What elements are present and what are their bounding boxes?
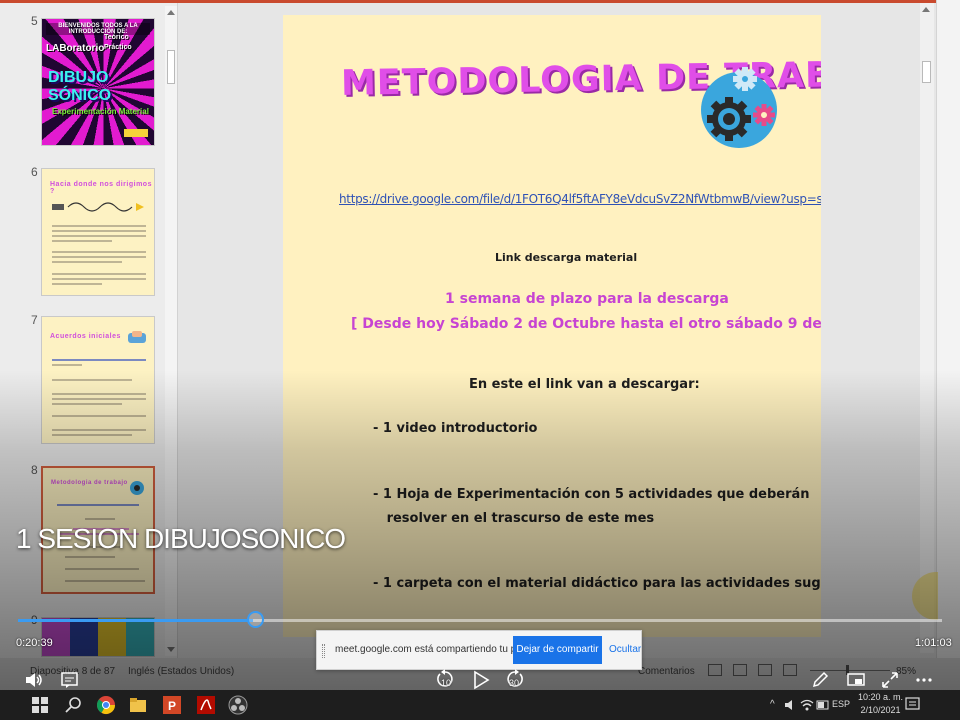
slide-thumbnail-7[interactable]: Acuerdos iniciales bbox=[41, 316, 155, 444]
notification-icon[interactable] bbox=[904, 696, 922, 714]
thumbnail-title: Metodologia de trabajo bbox=[51, 480, 128, 486]
video-title: 1 SESION DIBUJOSONICO bbox=[16, 523, 346, 554]
thumbnail-text: Experimentación Material bbox=[52, 107, 149, 116]
scrollbar-thumb[interactable] bbox=[922, 61, 931, 83]
dates-text: [ Desde hoy Sábado 2 de Octubre hasta el… bbox=[351, 316, 821, 332]
forward-30-button[interactable]: 30 bbox=[504, 668, 526, 690]
captions-icon[interactable] bbox=[60, 670, 80, 690]
volume-icon[interactable] bbox=[24, 670, 44, 690]
clock-date: 2/10/2021 bbox=[860, 705, 901, 715]
thumbnail-title: Hacia donde nos dirigimos ? bbox=[50, 181, 152, 195]
slide-sorter-icon[interactable] bbox=[733, 664, 747, 676]
thumbnail-scrollbar[interactable] bbox=[165, 6, 177, 656]
thumbnail-text: DIBUJO SÓNICO bbox=[48, 69, 112, 104]
comments-button[interactable]: Comentarios bbox=[638, 666, 695, 677]
search-icon[interactable] bbox=[64, 695, 84, 715]
link-label: Link descarga material bbox=[495, 251, 638, 264]
bullet-worksheet: - 1 Hoja de Experimentación con 5 activi… bbox=[373, 487, 810, 526]
tray-clock[interactable]: 10:20 a. m. 2/10/2021 bbox=[858, 691, 903, 717]
thumbnail-tag bbox=[124, 129, 148, 137]
bullet-folder: - 1 carpeta con el material didáctico pa… bbox=[373, 576, 821, 591]
thumbnail-number: 7 bbox=[31, 313, 38, 327]
tray-chevron-icon[interactable]: ^ bbox=[770, 699, 775, 710]
forward-label: 30 bbox=[509, 678, 520, 688]
powerpoint-window: 5 BIENVENIDOS TODOS A LA INTRODUCCIÓN DE… bbox=[0, 0, 960, 690]
acrobat-icon[interactable] bbox=[196, 695, 216, 715]
rewind-label: 10 bbox=[441, 678, 452, 688]
slide-canvas[interactable]: METODOLOGIA DE TRABAJO https://drive.goo… bbox=[283, 15, 821, 637]
deadline-text: 1 semana de plazo para la descarga bbox=[445, 291, 729, 307]
gear-icon bbox=[130, 481, 144, 495]
scroll-up-icon[interactable] bbox=[922, 7, 930, 12]
thumbnail-number: 6 bbox=[31, 165, 38, 179]
drag-handle-icon[interactable] bbox=[322, 644, 325, 658]
chrome-icon[interactable] bbox=[96, 695, 116, 715]
slide-thumbnail-5[interactable]: BIENVENIDOS TODOS A LA INTRODUCCIÓN DE: … bbox=[41, 18, 155, 146]
current-time: 0:20:39 bbox=[16, 637, 53, 649]
gears-icon bbox=[701, 67, 777, 148]
input-language[interactable]: ESP bbox=[832, 699, 850, 709]
thumbnail-text: BIENVENIDOS TODOS A LA INTRODUCCIÓN DE: bbox=[46, 23, 150, 35]
download-intro-text: En este el link van a descargar: bbox=[469, 377, 700, 392]
battery-icon[interactable] bbox=[816, 698, 830, 712]
handshake-icon bbox=[128, 331, 146, 343]
thumbnail-text: Teórico Práctico bbox=[104, 34, 132, 51]
right-pane bbox=[936, 0, 960, 690]
more-options-icon[interactable] bbox=[914, 672, 934, 688]
seek-handle[interactable] bbox=[247, 611, 264, 628]
cast-icon[interactable] bbox=[846, 670, 866, 690]
slide-thumbnail-9[interactable] bbox=[41, 617, 155, 657]
thumbnail-wave-graphic bbox=[52, 202, 144, 212]
speaker-icon[interactable] bbox=[784, 698, 798, 712]
fullscreen-icon[interactable] bbox=[880, 670, 900, 690]
reading-view-icon[interactable] bbox=[758, 664, 772, 676]
edge-widget[interactable] bbox=[912, 572, 938, 620]
thumbnail-title: Acuerdos iniciales bbox=[50, 333, 121, 340]
svg-text:P: P bbox=[168, 699, 176, 713]
obs-icon[interactable] bbox=[228, 695, 248, 715]
scroll-down-icon[interactable] bbox=[167, 647, 175, 652]
stop-sharing-button[interactable]: Dejar de compartir bbox=[513, 636, 602, 664]
windows-icon[interactable] bbox=[30, 695, 50, 715]
windows-taskbar: P ^ ESP 10:20 a. m. 2/10/2021 bbox=[0, 690, 960, 720]
scroll-up-icon[interactable] bbox=[167, 10, 175, 15]
seek-bar[interactable] bbox=[18, 619, 942, 622]
editor-scrollbar[interactable] bbox=[920, 3, 934, 653]
rewind-10-button[interactable]: 10 bbox=[434, 668, 456, 690]
slide-thumbnail-panel[interactable]: 5 BIENVENIDOS TODOS A LA INTRODUCCIÓN DE… bbox=[0, 3, 178, 658]
clock-time: 10:20 a. m. bbox=[858, 692, 904, 702]
seek-bar-played bbox=[18, 619, 254, 622]
screen-share-banner: meet.google.com está compartiendo tu pan… bbox=[316, 630, 642, 670]
normal-view-icon[interactable] bbox=[708, 664, 722, 676]
file-explorer-icon[interactable] bbox=[128, 695, 148, 715]
total-time: 1:01:03 bbox=[915, 637, 952, 649]
drive-link[interactable]: https://drive.google.com/file/d/1FOT6Q4l… bbox=[339, 192, 821, 206]
language-indicator[interactable]: Inglés (Estados Unidos) bbox=[128, 666, 234, 677]
powerpoint-icon[interactable]: P bbox=[162, 695, 182, 715]
slide-thumbnail-6[interactable]: Hacia donde nos dirigimos ? bbox=[41, 168, 155, 296]
scrollbar-thumb[interactable] bbox=[167, 50, 175, 84]
hide-banner-button[interactable]: Ocultar bbox=[609, 644, 641, 655]
thumbnail-number: 8 bbox=[31, 463, 38, 477]
play-button[interactable] bbox=[472, 670, 490, 690]
thumbnail-number: 5 bbox=[31, 14, 38, 28]
network-icon[interactable] bbox=[800, 698, 814, 712]
bullet-video: - 1 video introductorio bbox=[373, 421, 538, 436]
slideshow-icon[interactable] bbox=[783, 664, 797, 676]
annotate-pen-icon[interactable] bbox=[810, 670, 830, 690]
thumbnail-text: LABoratorio bbox=[46, 43, 105, 54]
